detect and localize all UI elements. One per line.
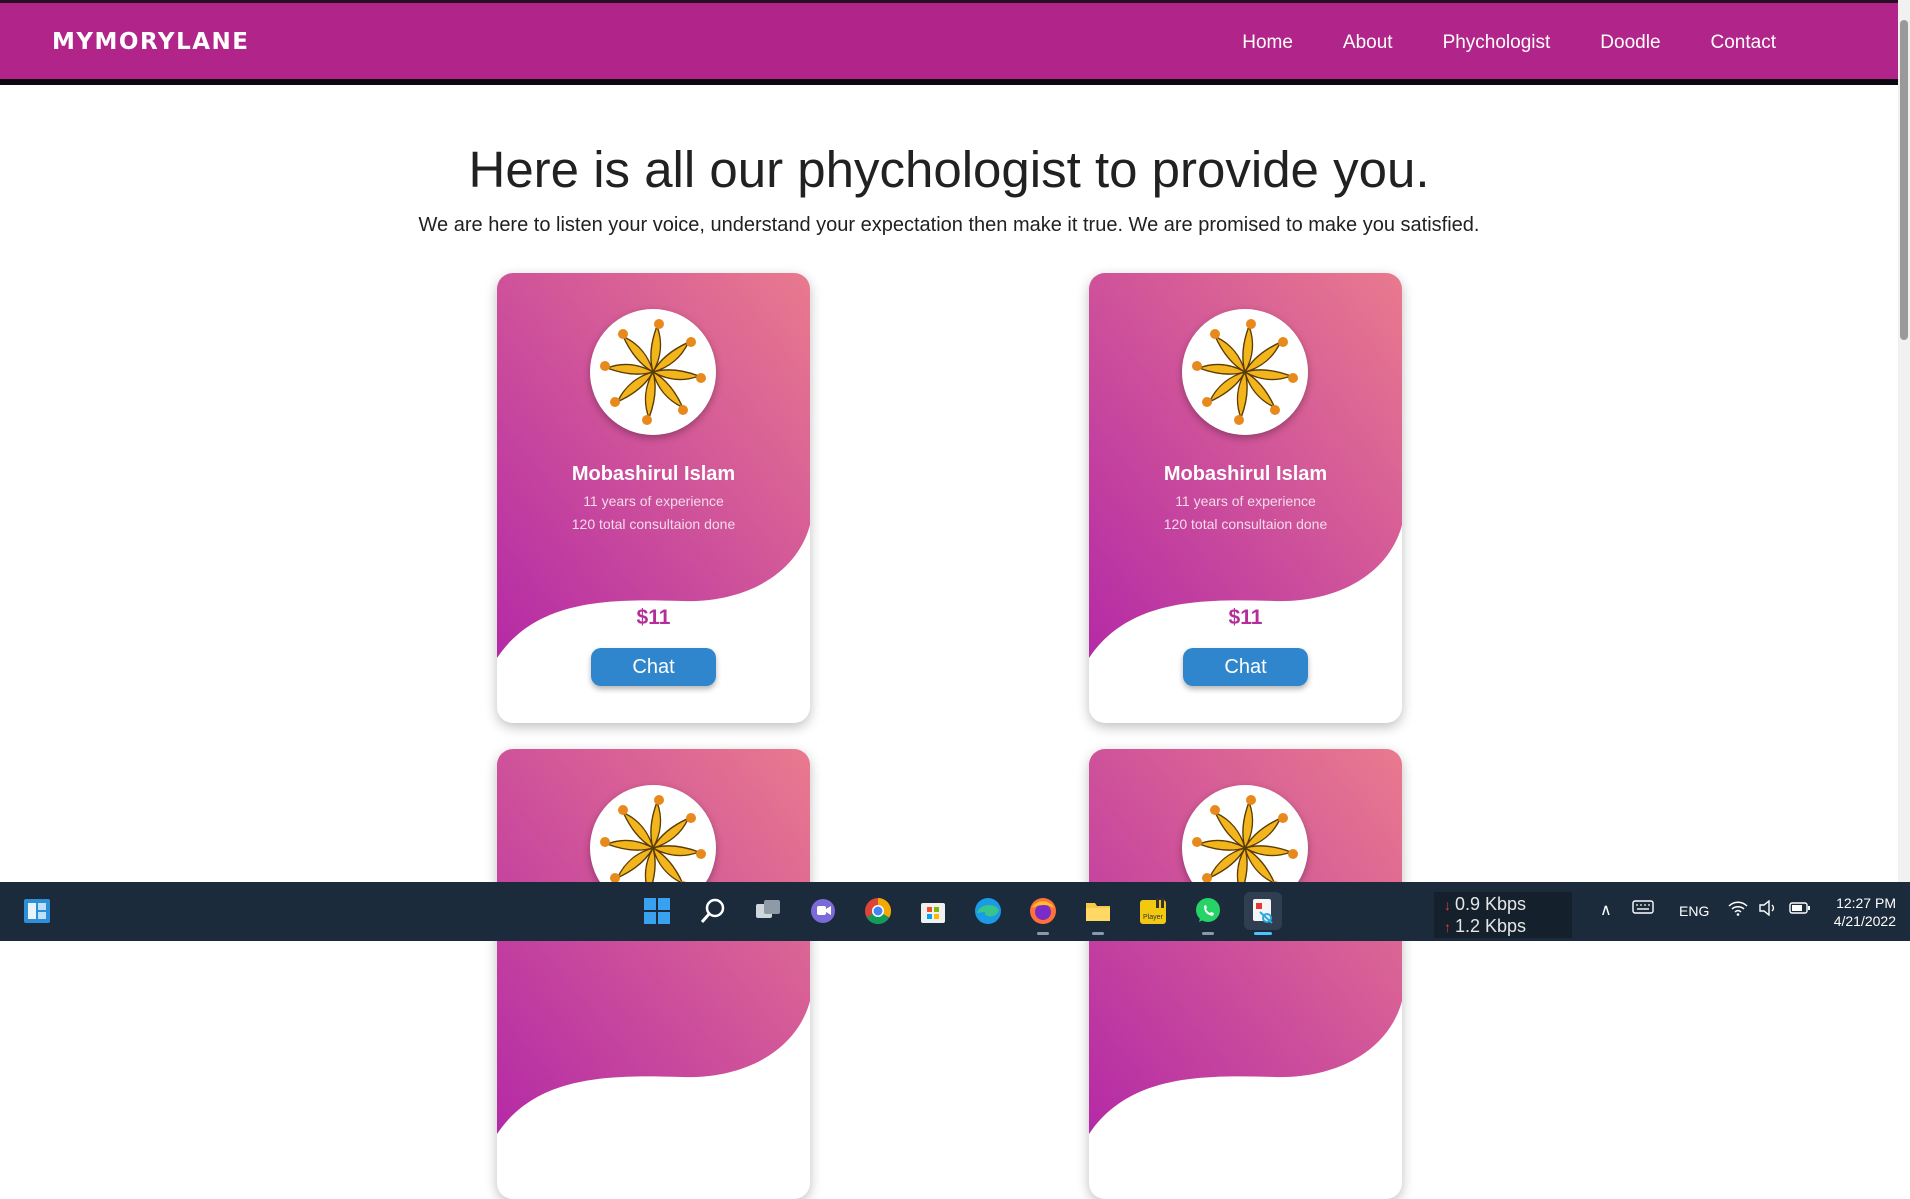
- search-icon[interactable]: [694, 892, 732, 930]
- battery-icon[interactable]: [1789, 901, 1811, 918]
- psychologist-avatar: [590, 309, 716, 435]
- psychologist-card: [1089, 749, 1402, 1199]
- brand-logo[interactable]: MYMORYLANE: [52, 29, 250, 55]
- price-label: $11: [1228, 606, 1263, 629]
- up-arrow-icon: ↑: [1444, 919, 1451, 935]
- price-label: $11: [636, 606, 671, 629]
- running-indicator: [1092, 932, 1104, 935]
- people-circle-logo-icon: [600, 319, 706, 425]
- upload-speed: ↑ 1.2 Kbps: [1444, 916, 1526, 937]
- system-clock[interactable]: 12:27 PM 4/21/2022: [1834, 894, 1896, 930]
- nav-link-about[interactable]: About: [1343, 32, 1393, 54]
- download-speed: ↓ 0.9 Kbps: [1444, 894, 1526, 915]
- running-indicator: [1037, 932, 1049, 935]
- chat-button[interactable]: Chat: [1183, 648, 1308, 686]
- windows-taskbar: Player ↓ 0.9 Kbps ↑ 1.2 Kbps ∧ ENG 12:27 P…: [0, 882, 1910, 941]
- chrome-icon[interactable]: [859, 892, 897, 930]
- page-subtitle: We are here to listen your voice, unders…: [418, 214, 1480, 236]
- keyboard-icon[interactable]: [1632, 899, 1654, 918]
- player-label: Player: [1143, 914, 1164, 921]
- clock-date: 4/21/2022: [1833, 913, 1896, 929]
- psychologist-card: [497, 749, 810, 1199]
- microsoft-store-icon[interactable]: [914, 892, 952, 930]
- down-arrow-icon: ↓: [1444, 897, 1451, 913]
- scrollbar-thumb[interactable]: [1900, 20, 1908, 340]
- psychologist-card: Mobashirul Islam 11 years of experience …: [497, 273, 810, 723]
- upload-speed-value: 1.2 Kbps: [1455, 916, 1527, 936]
- page-title: Here is all our phychologist to provide …: [468, 141, 1430, 198]
- chat-button[interactable]: Chat: [591, 648, 716, 686]
- firefox-icon[interactable]: [1024, 892, 1062, 935]
- active-app-indicator: [1254, 932, 1272, 935]
- volume-icon[interactable]: [1758, 899, 1778, 919]
- edge-icon[interactable]: [969, 892, 1007, 930]
- nav-link-phychologist[interactable]: Phychologist: [1443, 32, 1551, 54]
- running-indicator: [1202, 932, 1214, 935]
- wifi-icon[interactable]: [1728, 900, 1748, 919]
- consultation-count-text: 120 total consultaion done: [571, 516, 736, 532]
- file-explorer-icon[interactable]: [1079, 892, 1117, 935]
- teams-chat-icon[interactable]: [804, 892, 842, 930]
- clock-time: 12:27 PM: [1836, 895, 1896, 911]
- consultation-count-text: 120 total consultaion done: [1163, 516, 1328, 532]
- psychologist-name: Mobashirul Islam: [1163, 463, 1328, 485]
- psychologist-avatar: [1182, 309, 1308, 435]
- navbar: MYMORYLANE Home About Phychologist Doodl…: [0, 0, 1898, 85]
- widgets-icon[interactable]: [18, 892, 56, 930]
- experience-text: 11 years of experience: [583, 493, 724, 509]
- nav-link-home[interactable]: Home: [1242, 32, 1293, 54]
- snipping-tool-icon[interactable]: [1244, 892, 1282, 935]
- download-speed-value: 0.9 Kbps: [1455, 894, 1527, 914]
- language-indicator[interactable]: ENG: [1679, 903, 1709, 919]
- whatsapp-icon[interactable]: [1189, 892, 1227, 935]
- page-scrollbar[interactable]: [1898, 0, 1910, 882]
- player-icon[interactable]: Player: [1134, 892, 1172, 930]
- nav-link-doodle[interactable]: Doodle: [1600, 32, 1660, 54]
- nav-links: Home About Phychologist Doodle Contact: [1192, 3, 1776, 83]
- people-circle-logo-icon: [1192, 319, 1298, 425]
- task-view-icon[interactable]: [749, 892, 787, 930]
- chevron-up-icon[interactable]: ∧: [1600, 900, 1612, 920]
- psychologist-card: Mobashirul Islam 11 years of experience …: [1089, 273, 1402, 723]
- experience-text: 11 years of experience: [1175, 493, 1316, 509]
- nav-link-contact[interactable]: Contact: [1711, 32, 1776, 54]
- psychologist-name: Mobashirul Islam: [571, 463, 736, 485]
- start-icon[interactable]: [638, 892, 676, 930]
- network-speed-meter: ↓ 0.9 Kbps ↑ 1.2 Kbps: [1434, 892, 1572, 938]
